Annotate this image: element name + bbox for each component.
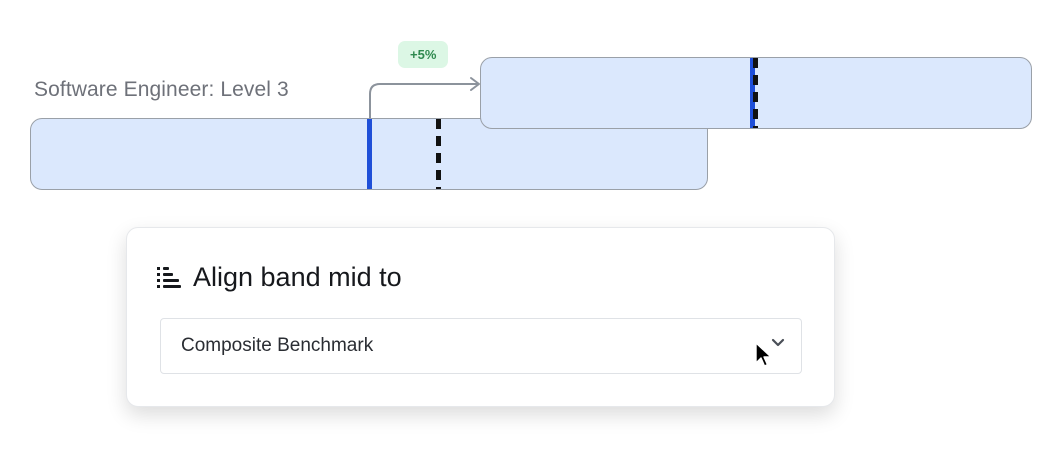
band-mid-marker xyxy=(367,119,372,189)
shift-arrow-icon xyxy=(369,77,480,118)
align-mid-select[interactable]: Composite Benchmark xyxy=(160,318,802,374)
panel-title: Align band mid to xyxy=(193,262,402,292)
benchmark-marker xyxy=(753,58,758,128)
align-left-bars-icon xyxy=(157,266,181,288)
shift-badge: +5% xyxy=(398,41,449,68)
job-title: Software Engineer: Level 3 xyxy=(34,78,289,101)
salary-band-target xyxy=(480,57,1032,129)
chevron-down-icon[interactable] xyxy=(771,338,785,348)
select-value: Composite Benchmark xyxy=(181,335,374,356)
panel-header: Align band mid to xyxy=(157,262,402,293)
align-panel: Align band mid to Composite Benchmark xyxy=(126,227,835,407)
mouse-cursor-icon xyxy=(755,342,772,367)
benchmark-marker xyxy=(436,119,441,189)
